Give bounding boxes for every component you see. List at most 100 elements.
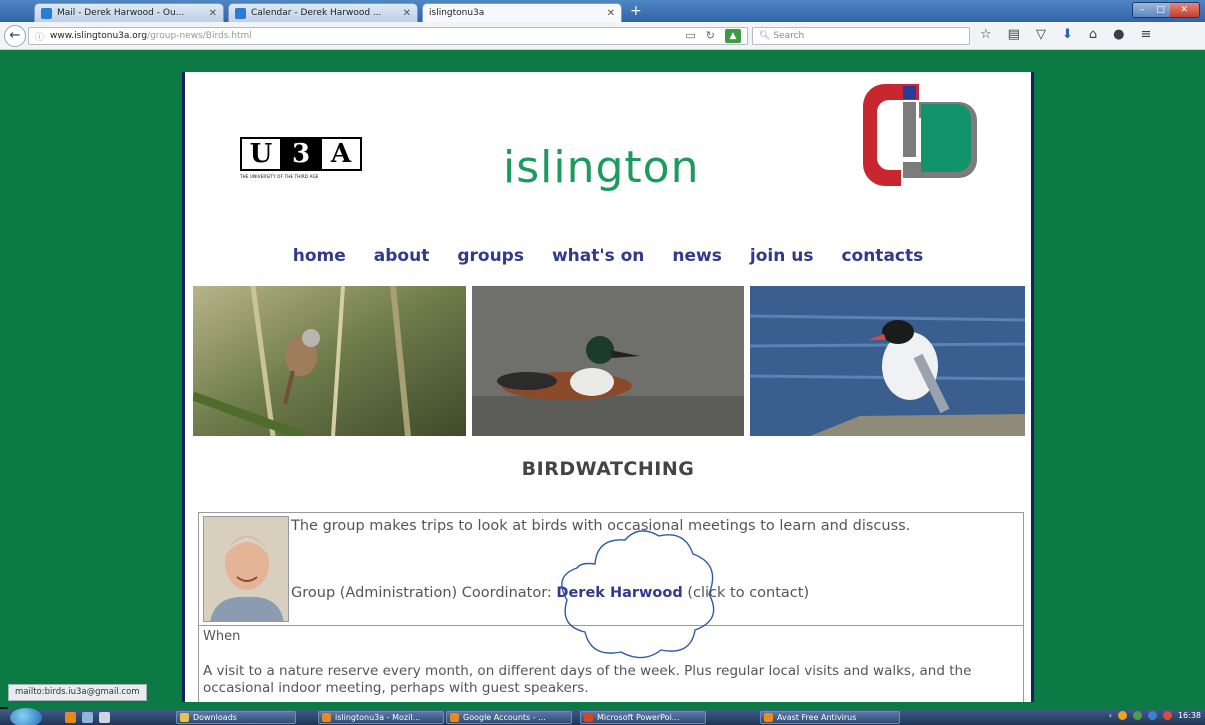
divider [0,707,8,709]
desktop-icon[interactable] [99,712,110,723]
group-summary: The group makes trips to look at birds w… [199,513,1023,626]
firefox-icon[interactable] [65,712,76,723]
tab-title: Mail - Derek Harwood - Ou... [57,8,185,18]
common-tern-photo [750,286,1025,436]
url-path: /group-news/Birds.html [147,31,252,41]
back-button[interactable]: ← [4,25,26,47]
close-icon[interactable]: ✕ [403,8,411,19]
tab-calendar[interactable]: Calendar - Derek Harwood ... ✕ [228,3,418,22]
coordinator-line: Group (Administration) Coordinator: Dere… [291,585,809,601]
bookmarks-list-icon[interactable]: ▤ [1008,27,1020,42]
home-icon[interactable]: ⌂ [1089,27,1097,42]
window-controls: – □ ✕ [1132,2,1200,18]
info-icon[interactable]: ⓘ [35,30,44,43]
extension-icon[interactable]: ▲ [725,29,741,43]
close-icon[interactable]: ✕ [607,8,615,19]
taskbar-label: Google Accounts - ... [463,713,546,722]
taskbar-label: Microsoft PowerPoi... [597,713,680,722]
calendar-icon [235,7,246,19]
powerpoint-icon [584,713,593,722]
browser-navbar: ← ⓘ www.islingtonu3a.org /group-news/Bir… [0,22,1205,50]
u3a-letter: U [249,139,273,169]
windows-taskbar: Downloads islingtonu3a - Mozil... Google… [0,708,1205,725]
bearded-tit-photo [193,286,466,436]
new-tab-button[interactable]: + [630,4,642,18]
taskbar-google[interactable]: Google Accounts - ... [446,711,572,724]
group-info-box: The group makes trips to look at birds w… [198,512,1024,702]
taskbar-avast[interactable]: Avast Free Antivirus [760,711,900,724]
folder-icon [180,713,189,722]
search-placeholder: Search [773,31,805,41]
islington-u3a-logo[interactable] [859,80,985,190]
avast-tray-icon[interactable] [1117,711,1127,720]
status-bar-link: mailto:birds.iu3a@gmail.com [8,684,147,701]
window-close-button[interactable]: ✕ [1169,3,1199,17]
bird-photo-strip [193,286,1025,436]
when-label: When [203,629,241,644]
coordinator-hint: (click to contact) [682,585,810,601]
taskbar-downloads[interactable]: Downloads [176,711,296,724]
minimize-button[interactable]: – [1133,3,1152,17]
bookmark-star-icon[interactable]: ☆ [980,27,992,42]
nav-news[interactable]: news [672,246,721,266]
avast-icon [764,713,773,722]
u3a-tagline: THE UNIVERSITY OF THE THIRD AGE [240,174,319,179]
nav-contacts[interactable]: contacts [841,246,923,266]
system-tray: ‹ 16:38 [1109,711,1201,720]
tab-mail[interactable]: Mail - Derek Harwood - Ou... ✕ [34,3,224,22]
coordinator-photo [203,516,289,622]
start-button[interactable] [10,708,42,725]
tab-islingtonu3a[interactable]: islingtonu3a ✕ [422,3,622,22]
coordinator-label: Group (Administration) Coordinator: [291,585,557,601]
page-heading: BIRDWATCHING [521,458,695,480]
taskbar-firefox[interactable]: islingtonu3a - Mozil... [318,711,444,724]
address-bar[interactable]: ⓘ www.islingtonu3a.org /group-news/Birds… [28,27,748,45]
nav-home[interactable]: home [293,246,346,266]
url-tools: ▭ ↻ ▲ [685,29,741,43]
firefox-icon [450,713,459,722]
u3a-letter: 3 [280,139,320,169]
browser-tab-strip: Mail - Derek Harwood - Ou... ✕ Calendar … [0,0,1205,22]
mail-icon [41,7,52,19]
firefox-icon [322,713,331,722]
page-content: U 3 A THE UNIVERSITY OF THE THIRD AGE is… [182,72,1034,702]
pocket-icon[interactable]: ▽ [1036,27,1046,42]
nav-about[interactable]: about [374,246,430,266]
downloads-icon[interactable]: ⬇ [1062,27,1073,42]
volume-icon[interactable] [1147,711,1157,720]
clock[interactable]: 16:38 [1178,711,1201,720]
search-icon: 🔍︎ [759,31,771,41]
coordinator-contact-link[interactable]: Derek Harwood [556,585,682,601]
quick-launch [65,712,110,723]
nav-whats-on[interactable]: what's on [552,246,644,266]
menu-icon[interactable]: ≡ [1140,27,1151,42]
nav-groups[interactable]: groups [457,246,524,266]
taskbar-powerpoint[interactable]: Microsoft PowerPoi... [580,711,706,724]
taskbar-label: Downloads [193,713,237,722]
url-domain: www.islingtonu3a.org [50,31,148,41]
schedule-text: A visit to a nature reserve every month,… [203,663,972,696]
u3a-letters: U 3 A [240,137,362,171]
main-nav: home about groups what's on news join us… [185,246,1031,266]
reader-view-icon[interactable]: ▭ [685,29,695,43]
browser-toolbar: ☆ ▤ ▽ ⬇ ⌂ ● ≡ [980,27,1151,42]
tab-title: Calendar - Derek Harwood ... [251,8,382,18]
site-title: islington [503,142,700,193]
search-input[interactable]: 🔍︎ Search [752,27,970,45]
taskbar-label: islingtonu3a - Mozil... [335,713,421,722]
close-icon[interactable]: ✕ [209,8,217,19]
reload-icon[interactable]: ↻ [706,29,715,43]
group-description: The group makes trips to look at birds w… [291,518,911,534]
chat-icon[interactable]: ● [1113,27,1124,42]
u3a-logo[interactable]: U 3 A THE UNIVERSITY OF THE THIRD AGE [240,137,362,179]
shoveler-duck-photo [472,286,744,436]
maximize-button[interactable]: □ [1151,3,1170,17]
network-icon[interactable] [1132,711,1142,720]
alert-icon[interactable] [1162,711,1172,720]
u3a-letter: A [320,139,360,169]
taskbar-label: Avast Free Antivirus [777,713,857,722]
nav-join-us[interactable]: join us [750,246,814,266]
tab-title: islingtonu3a [429,8,485,18]
tray-chevron-icon[interactable]: ‹ [1109,711,1112,720]
explorer-icon[interactable] [82,712,93,723]
